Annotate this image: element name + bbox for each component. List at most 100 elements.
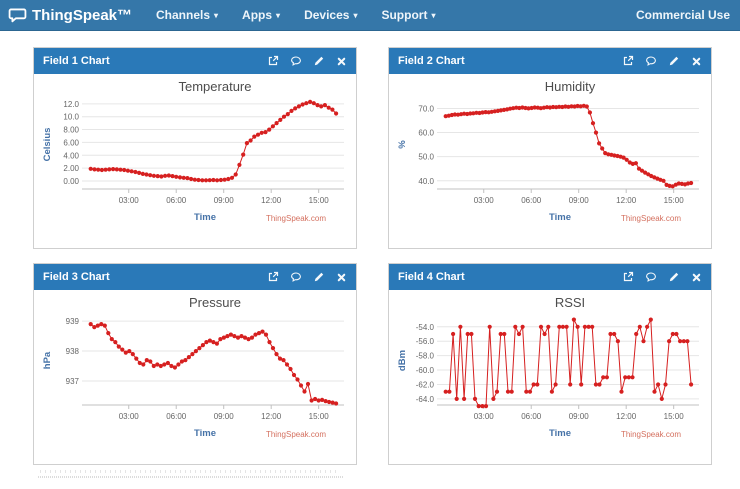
- close-x-icon[interactable]: [691, 272, 702, 283]
- svg-text:03:00: 03:00: [474, 412, 495, 421]
- svg-text:09:00: 09:00: [214, 412, 235, 421]
- field-2-chart-panel: Field 2 Chart Humidity 40.0 50.0 60.0 70.0 03…: [388, 47, 712, 249]
- svg-text:939: 939: [66, 317, 80, 326]
- chart-title: Temperature: [179, 79, 252, 94]
- nav-commercial-use[interactable]: Commercial Use: [636, 8, 730, 22]
- chart-x-axis-label: Time: [194, 428, 216, 439]
- svg-text:938: 938: [66, 347, 80, 356]
- pencil-icon[interactable]: [313, 271, 325, 283]
- chart-credits-link[interactable]: ThingSpeak.com: [266, 430, 326, 439]
- svg-text:03:00: 03:00: [119, 196, 140, 205]
- nav-channels-label: Channels: [156, 8, 211, 22]
- chart-y-axis-label: hPa: [42, 351, 53, 369]
- comment-bubble-icon[interactable]: [645, 55, 657, 67]
- pencil-icon[interactable]: [313, 55, 325, 67]
- svg-text:2.00: 2.00: [63, 164, 79, 173]
- chart-x-axis: 03:00 06:00 09:00 12:00 15:00: [437, 404, 699, 421]
- nav-support[interactable]: Support ▾: [381, 8, 435, 22]
- svg-text:4.00: 4.00: [63, 151, 79, 160]
- chart-series[interactable]: [88, 99, 339, 183]
- svg-text:06:00: 06:00: [521, 412, 542, 421]
- svg-text:-64.0: -64.0: [416, 395, 435, 404]
- svg-text:12.0: 12.0: [63, 100, 79, 109]
- nav-apps[interactable]: Apps ▾: [242, 8, 280, 22]
- svg-text:70.0: 70.0: [418, 104, 434, 113]
- charts-grid: Field 1 Chart Temperature 0.00 2.00 4.00 6.0…: [33, 47, 712, 465]
- field-4-panel-header: Field 4 Chart: [389, 264, 711, 290]
- speech-bubble-logo-icon: [8, 7, 27, 24]
- chart-series[interactable]: [443, 317, 694, 409]
- field-1-chart-panel: Field 1 Chart Temperature 0.00 2.00 4.00 6.0…: [33, 47, 357, 249]
- chart-y-axis-label: dBm: [397, 350, 408, 371]
- chart-grid: 937 938 939: [66, 317, 344, 386]
- chart-title: RSSI: [555, 295, 585, 310]
- field-4-panel-body: RSSI -54.0 -56.0 -58.0 -60.0 -62.0 -64.0 03:00 0…: [389, 290, 711, 464]
- chart-y-axis-label: %: [397, 140, 408, 149]
- pencil-icon[interactable]: [668, 55, 680, 67]
- close-x-icon[interactable]: [336, 272, 347, 283]
- pencil-icon[interactable]: [668, 271, 680, 283]
- panel-tools: [622, 271, 702, 283]
- svg-text:8.00: 8.00: [63, 126, 79, 135]
- panel-tools: [622, 55, 702, 67]
- chart-x-axis-label: Time: [194, 212, 216, 223]
- svg-text:-56.0: -56.0: [416, 337, 435, 346]
- field-3-chart-plot[interactable]: Pressure 937 938 939 03:00 06:00 09:00 12:00 15:…: [34, 290, 356, 464]
- comment-bubble-icon[interactable]: [645, 271, 657, 283]
- chart-series[interactable]: [443, 103, 694, 189]
- comment-bubble-icon[interactable]: [290, 271, 302, 283]
- svg-text:0.00: 0.00: [63, 177, 79, 186]
- main-nav: Channels ▾ Apps ▾ Devices ▾ Support ▾: [156, 8, 435, 22]
- svg-text:-62.0: -62.0: [416, 380, 435, 389]
- external-link-icon[interactable]: [267, 55, 279, 67]
- chart-title: Pressure: [189, 295, 241, 310]
- field-2-chart-plot[interactable]: Humidity 40.0 50.0 60.0 70.0 03:00 06:00 09:00 1…: [389, 74, 711, 248]
- chart-y-axis-label: Celsius: [42, 128, 53, 162]
- svg-text:15:00: 15:00: [664, 196, 685, 205]
- svg-text:09:00: 09:00: [214, 196, 235, 205]
- external-link-icon[interactable]: [267, 271, 279, 283]
- chart-x-axis-label: Time: [549, 428, 571, 439]
- svg-text:12:00: 12:00: [616, 412, 637, 421]
- svg-text:06:00: 06:00: [166, 196, 187, 205]
- chart-credits-link[interactable]: ThingSpeak.com: [621, 430, 681, 439]
- chart-credits-link[interactable]: ThingSpeak.com: [266, 214, 326, 223]
- svg-text:15:00: 15:00: [664, 412, 685, 421]
- external-link-icon[interactable]: [622, 271, 634, 283]
- brand-text: ThingSpeak™: [32, 6, 133, 24]
- svg-text:-60.0: -60.0: [416, 366, 435, 375]
- svg-text:937: 937: [66, 377, 80, 386]
- close-x-icon[interactable]: [691, 56, 702, 67]
- panel-title: Field 4 Chart: [398, 271, 465, 283]
- nav-channels[interactable]: Channels ▾: [156, 8, 218, 22]
- chart-series[interactable]: [88, 322, 339, 406]
- cropped-bottom-element: [38, 476, 344, 478]
- svg-text:12:00: 12:00: [261, 196, 282, 205]
- close-x-icon[interactable]: [336, 56, 347, 67]
- svg-text:6.00: 6.00: [63, 138, 79, 147]
- chevron-down-icon: ▾: [353, 11, 358, 20]
- thingspeak-logo[interactable]: ThingSpeak™: [8, 7, 132, 24]
- chevron-down-icon: ▾: [276, 11, 281, 20]
- svg-text:40.0: 40.0: [418, 177, 434, 186]
- field-4-chart-plot[interactable]: RSSI-54.0-56.0-58.0-60.0-62.0-64.003:00 0…: [389, 290, 711, 464]
- field-1-panel-body: Temperature 0.00 2.00 4.00 6.00 8.00 10.0 12.0 0…: [34, 74, 356, 248]
- chart-credits-link[interactable]: ThingSpeak.com: [621, 214, 681, 223]
- svg-text:06:00: 06:00: [166, 412, 187, 421]
- chart-x-axis: 03:00 06:00 09:00 12:00 15:00: [82, 188, 344, 205]
- svg-text:15:00: 15:00: [309, 412, 330, 421]
- svg-text:60.0: 60.0: [418, 129, 434, 138]
- nav-devices[interactable]: Devices ▾: [304, 8, 357, 22]
- svg-text:12:00: 12:00: [261, 412, 282, 421]
- chart-x-axis: 03:00 06:00 09:00 12:00 15:00: [437, 188, 699, 205]
- panel-title: Field 1 Chart: [43, 55, 110, 67]
- field-2-panel-header: Field 2 Chart: [389, 48, 711, 74]
- comment-bubble-icon[interactable]: [290, 55, 302, 67]
- field-1-chart-plot[interactable]: Temperature0.002.004.006.008.0010.012.00…: [34, 74, 356, 248]
- chart-title: Humidity: [545, 79, 596, 94]
- cropped-bottom-element: [40, 470, 340, 473]
- external-link-icon[interactable]: [622, 55, 634, 67]
- nav-devices-label: Devices: [304, 8, 350, 22]
- svg-text:09:00: 09:00: [569, 196, 590, 205]
- chevron-down-icon: ▾: [214, 11, 219, 20]
